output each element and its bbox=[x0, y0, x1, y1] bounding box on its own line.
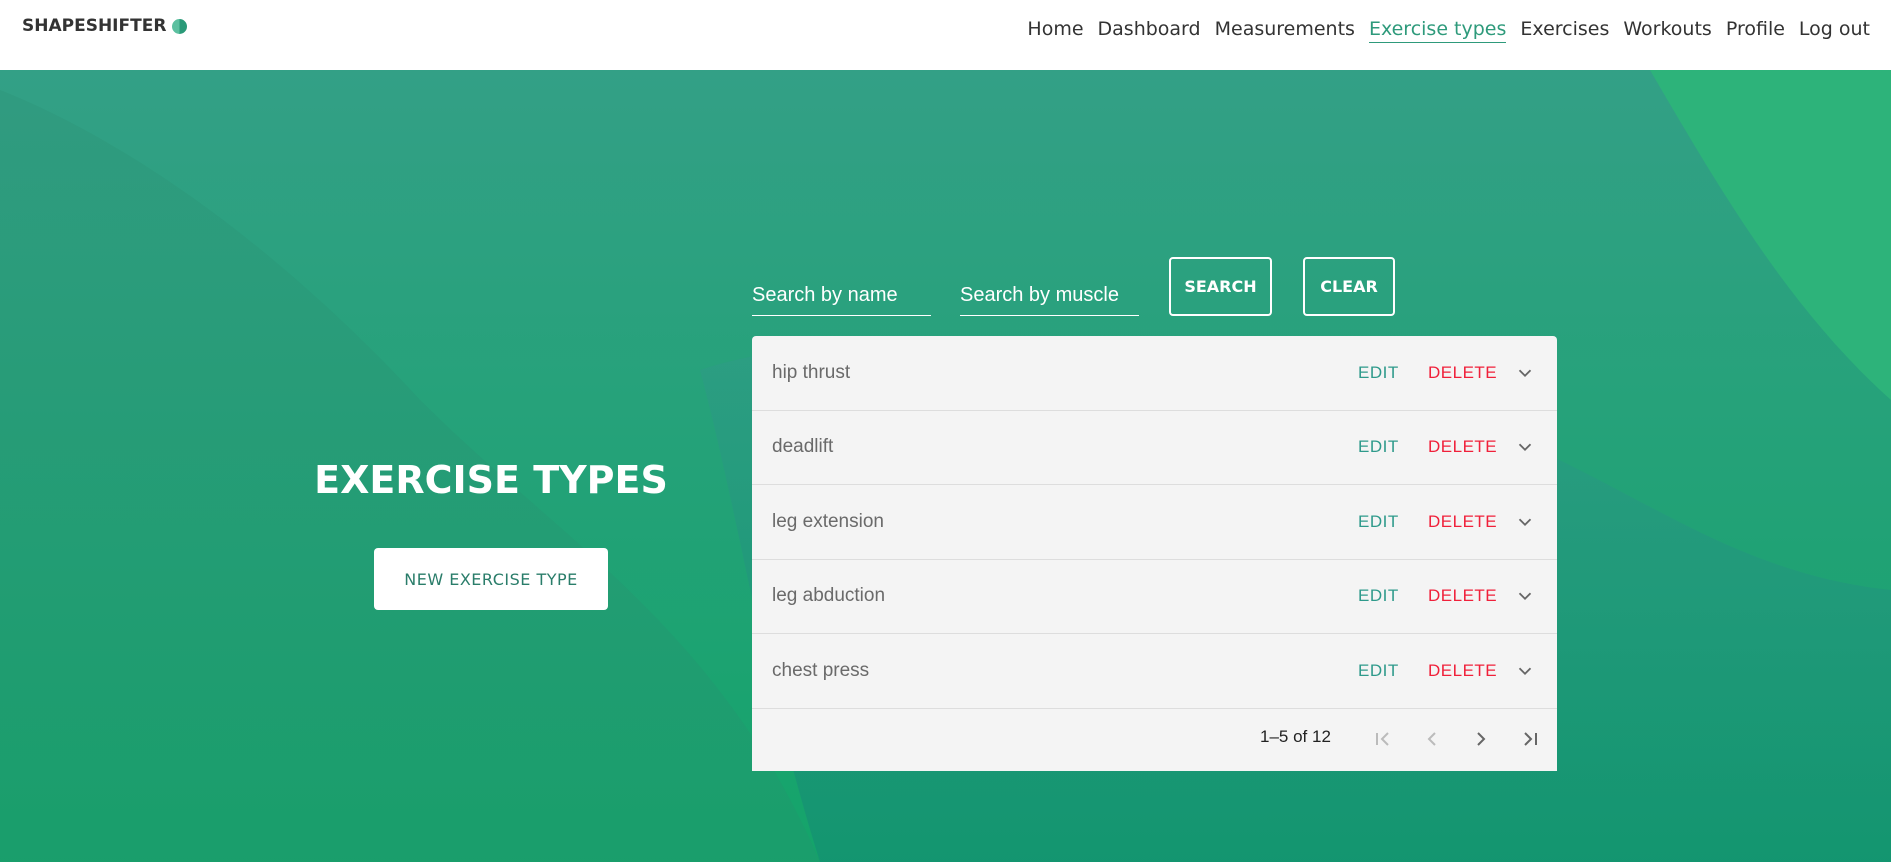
delete-button[interactable]: DELETE bbox=[1428, 363, 1497, 383]
nav-dashboard[interactable]: Dashboard bbox=[1098, 18, 1201, 43]
logo-text: SHAPESHIFTER bbox=[22, 16, 167, 36]
logo[interactable]: SHAPESHIFTER bbox=[22, 16, 188, 36]
list-item[interactable]: hip thrust EDIT DELETE bbox=[752, 336, 1557, 411]
edit-button[interactable]: EDIT bbox=[1358, 363, 1399, 383]
pagination-range: 1–5 of 12 bbox=[1260, 727, 1331, 746]
nav-workouts[interactable]: Workouts bbox=[1623, 18, 1711, 43]
edit-button[interactable]: EDIT bbox=[1358, 437, 1399, 457]
exercise-types-list: hip thrust EDIT DELETE deadlift EDIT DEL… bbox=[752, 336, 1557, 771]
last-page-icon[interactable] bbox=[1518, 727, 1542, 751]
delete-button[interactable]: DELETE bbox=[1428, 586, 1497, 606]
nav-measurements[interactable]: Measurements bbox=[1215, 18, 1355, 43]
clear-button[interactable]: CLEAR bbox=[1303, 257, 1395, 316]
chevron-down-icon[interactable] bbox=[1514, 362, 1536, 384]
next-page-icon[interactable] bbox=[1469, 727, 1493, 751]
delete-button[interactable]: DELETE bbox=[1428, 661, 1497, 681]
chevron-down-icon[interactable] bbox=[1514, 660, 1536, 682]
top-nav: SHAPESHIFTER Home Dashboard Measurements… bbox=[0, 0, 1891, 70]
chevron-down-icon[interactable] bbox=[1514, 436, 1536, 458]
list-item[interactable]: leg extension EDIT DELETE bbox=[752, 485, 1557, 560]
list-item[interactable]: chest press EDIT DELETE bbox=[752, 634, 1557, 709]
nav-logout[interactable]: Log out bbox=[1799, 18, 1870, 43]
delete-button[interactable]: DELETE bbox=[1428, 512, 1497, 532]
edit-button[interactable]: EDIT bbox=[1358, 586, 1399, 606]
chevron-down-icon[interactable] bbox=[1514, 511, 1536, 533]
nav-exercise-types[interactable]: Exercise types bbox=[1368, 18, 1507, 43]
delete-button[interactable]: DELETE bbox=[1428, 437, 1497, 457]
search-name-input[interactable]: Search by name bbox=[752, 278, 931, 316]
nav-menu: Home Dashboard Measurements Exercise typ… bbox=[1027, 18, 1870, 43]
previous-page-icon[interactable] bbox=[1420, 727, 1444, 751]
search-muscle-input[interactable]: Search by muscle bbox=[960, 278, 1139, 316]
chevron-down-icon[interactable] bbox=[1514, 585, 1536, 607]
list-item[interactable]: deadlift EDIT DELETE bbox=[752, 411, 1557, 485]
list-item[interactable]: leg abduction EDIT DELETE bbox=[752, 560, 1557, 634]
new-exercise-type-button[interactable]: NEW EXERCISE TYPE bbox=[374, 548, 608, 610]
logo-circle-icon bbox=[172, 18, 188, 34]
pagination: 1–5 of 12 bbox=[752, 709, 1557, 771]
nav-exercises[interactable]: Exercises bbox=[1520, 18, 1609, 43]
page-title: EXERCISE TYPES bbox=[314, 458, 668, 502]
search-button[interactable]: SEARCH bbox=[1169, 257, 1272, 316]
edit-button[interactable]: EDIT bbox=[1358, 661, 1399, 681]
nav-home[interactable]: Home bbox=[1027, 18, 1083, 43]
nav-profile[interactable]: Profile bbox=[1726, 18, 1785, 43]
first-page-icon[interactable] bbox=[1371, 727, 1395, 751]
edit-button[interactable]: EDIT bbox=[1358, 512, 1399, 532]
